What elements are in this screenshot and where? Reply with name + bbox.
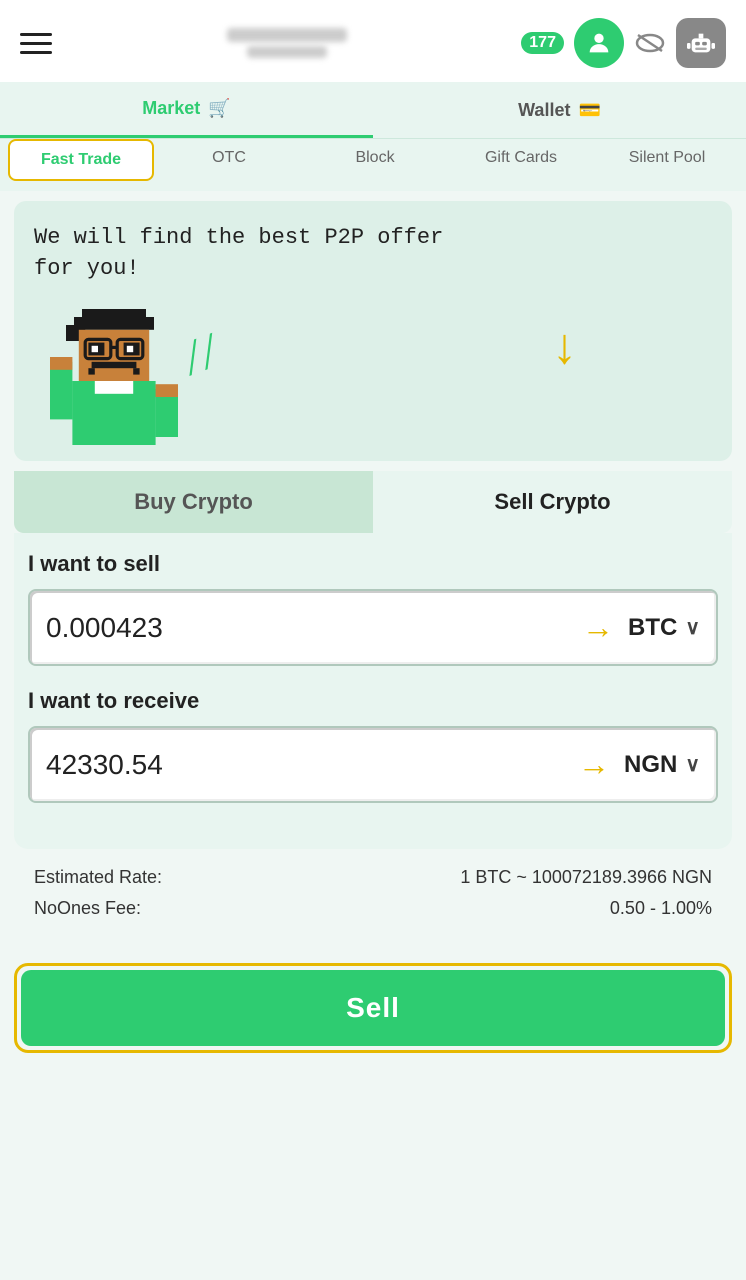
rate-info-section: Estimated Rate: 1 BTC ~ 100072189.3966 N…	[14, 849, 732, 947]
estimated-rate-row: Estimated Rate: 1 BTC ~ 100072189.3966 N…	[34, 867, 712, 888]
subtitle-blurred	[247, 46, 327, 58]
receive-currency-label: NGN	[624, 751, 677, 779]
header-right: 177	[521, 18, 726, 68]
buy-sell-toggle: Buy Crypto Sell Crypto	[14, 471, 732, 533]
sell-label: I want to sell	[28, 551, 718, 577]
tab-market[interactable]: Market 🛒	[0, 82, 373, 138]
buy-crypto-button[interactable]: Buy Crypto	[14, 471, 373, 533]
main-nav-tabs: Market 🛒 Wallet 💳	[0, 82, 746, 139]
tab-wallet[interactable]: Wallet 💳	[373, 82, 746, 138]
receive-currency-selector[interactable]: NGN ∨	[624, 751, 700, 779]
sub-nav-tabs: Fast Trade OTC Block Gift Cards Silent P…	[0, 139, 746, 191]
sub-tab-block[interactable]: Block	[304, 139, 446, 181]
sell-currency-label: BTC	[628, 614, 677, 642]
banner-text: We will find the best P2P offer for you!	[34, 223, 454, 285]
header: 177	[0, 0, 746, 82]
sell-amount-input-row[interactable]: 0.000423 → BTC ∨	[28, 589, 718, 666]
bot-icon[interactable]	[676, 18, 726, 68]
promo-banner: We will find the best P2P offer for you!	[14, 201, 732, 461]
sell-form: I want to sell 0.000423 → BTC ∨ I want t…	[14, 533, 732, 849]
estimated-rate-label: Estimated Rate:	[34, 867, 162, 888]
fee-label: NoOnes Fee:	[34, 898, 141, 919]
sub-tab-fast-trade[interactable]: Fast Trade	[8, 139, 154, 181]
estimated-rate-value: 1 BTC ~ 100072189.3966 NGN	[460, 867, 712, 888]
header-center	[227, 28, 347, 58]
arrow-down-icon: ↓	[552, 321, 577, 371]
wallet-label: Wallet	[518, 100, 570, 121]
receive-amount-value: 42330.54	[46, 749, 564, 781]
sub-tab-gift-cards[interactable]: Gift Cards	[450, 139, 592, 181]
sub-tab-silent-pool[interactable]: Silent Pool	[596, 139, 738, 181]
fee-row: NoOnes Fee: 0.50 - 1.00%	[34, 898, 712, 919]
sell-button-wrapper: Sell	[14, 963, 732, 1053]
username-blurred	[227, 28, 347, 42]
market-icon: 🛒	[208, 98, 230, 119]
fee-value: 0.50 - 1.00%	[610, 898, 712, 919]
sell-currency-selector[interactable]: BTC ∨	[628, 614, 700, 642]
sell-button[interactable]: Sell	[21, 970, 725, 1046]
sub-tab-otc[interactable]: OTC	[158, 139, 300, 181]
notification-badge[interactable]: 177	[521, 32, 564, 54]
sell-amount-value: 0.000423	[46, 612, 568, 644]
market-label: Market	[142, 98, 200, 119]
receive-arrow-icon: →	[578, 746, 610, 783]
receive-amount-input-row[interactable]: 42330.54 → NGN ∨	[28, 726, 718, 803]
profile-icon-button[interactable]	[574, 18, 624, 68]
receive-label: I want to receive	[28, 688, 718, 714]
pixel-character-icon	[34, 301, 194, 461]
eye-slash-icon	[634, 31, 666, 55]
sell-currency-chevron: ∨	[685, 615, 700, 640]
hamburger-menu[interactable]	[20, 33, 52, 54]
wallet-icon: 💳	[578, 100, 600, 121]
sell-crypto-button[interactable]: Sell Crypto	[373, 471, 732, 533]
sell-arrow-icon: →	[582, 609, 614, 646]
receive-currency-chevron: ∨	[685, 752, 700, 777]
